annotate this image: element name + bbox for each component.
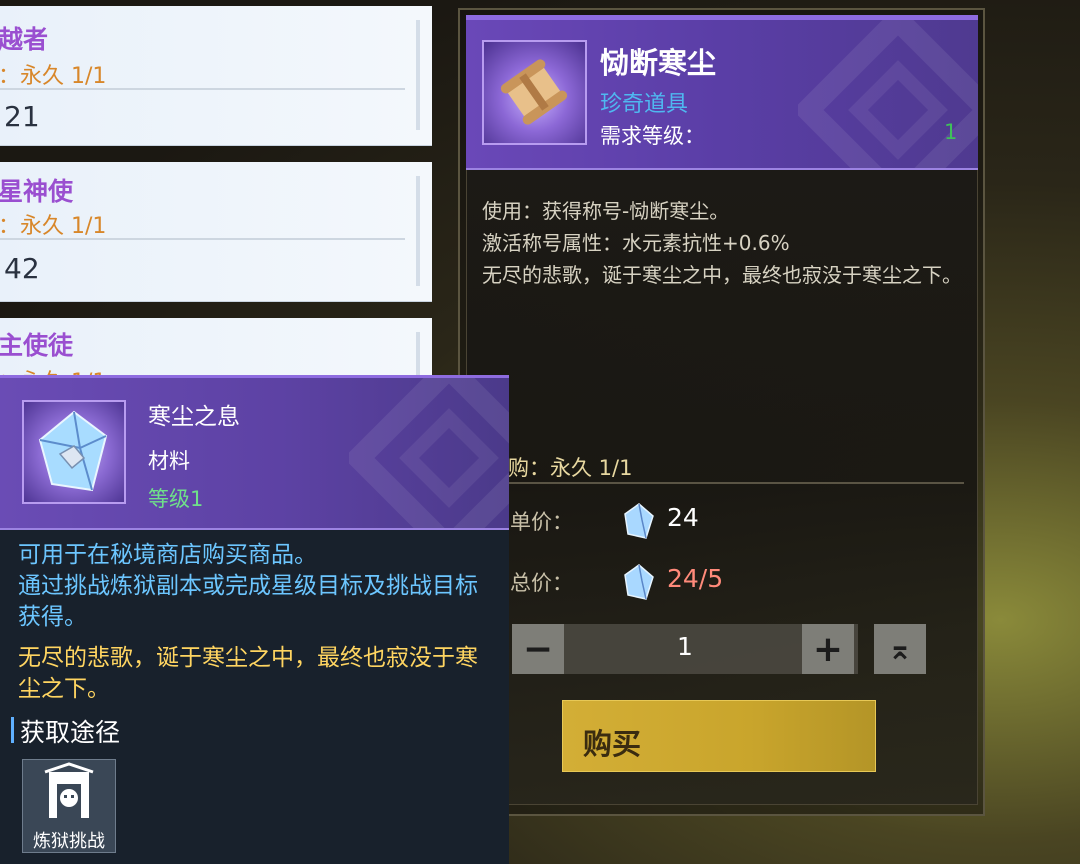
tooltip-description: 可用于在秘境商店购买商品。 通过挑战炼狱副本或完成星级目标及挑战目标获得。 (18, 540, 488, 633)
item-name: 星神使 (0, 177, 74, 206)
total-price-label: 总价： (510, 571, 573, 595)
purchase-limit: ：永久 1/1 (0, 64, 107, 89)
diamond-pattern-icon (349, 378, 509, 528)
buy-button[interactable]: 购买 (562, 700, 876, 772)
divider (0, 238, 405, 240)
item-type: 珍奇道具 (600, 92, 689, 117)
increase-button[interactable]: + (802, 624, 854, 674)
source-label: 炼狱挑战 (33, 831, 105, 852)
quantity-value[interactable]: 1 (660, 632, 710, 661)
scroll-icon (482, 40, 587, 145)
purchase-limit: 购：永久 1/1 (508, 456, 633, 480)
desc-line: 无尽的悲歌，诞于寒尘之中，最终也寂没于寒尘之下。 (482, 263, 962, 287)
gate-icon (44, 762, 94, 818)
tooltip-desc-line: 可用于在秘境商店购买商品。 (18, 542, 317, 568)
scrollbar[interactable] (416, 20, 420, 130)
scrollbar[interactable] (416, 176, 420, 286)
tooltip-item-name: 寒尘之息 (148, 404, 240, 430)
section-marker (11, 717, 14, 743)
item-price: 42 (4, 252, 40, 285)
item-name: 主使徒 (0, 331, 74, 360)
acquisition-title: 获取途径 (20, 718, 121, 747)
item-price: 21 (4, 100, 40, 133)
level-requirement-label: 需求等级： (600, 124, 705, 148)
desc-line: 使用：获得称号-恸断寒尘。 (482, 199, 730, 223)
item-name: 越者 (0, 25, 49, 54)
shop-list-item[interactable]: 越者 ：永久 1/1 21 (0, 6, 432, 146)
tooltip-item-type: 材料 (148, 449, 190, 473)
unit-price-value: 24 (667, 503, 699, 532)
divider (508, 482, 964, 484)
desc-line: 激活称号属性：水元素抗性+0.6% (482, 231, 790, 255)
tooltip-item-level: 等级1 (148, 487, 204, 511)
item-title: 恸断寒尘 (600, 46, 717, 80)
divider (0, 88, 405, 90)
crystal-icon (624, 503, 654, 539)
purchase-limit: ：永久 1/1 (0, 214, 107, 239)
level-requirement-value: 1 (944, 120, 958, 144)
tooltip-lore: 无尽的悲歌，诞于寒尘之中，最终也寂没于寒尘之下。 (18, 645, 478, 702)
total-price-value: 24/5 (667, 564, 724, 593)
max-quantity-button[interactable]: ⌅ (874, 624, 926, 674)
crystal-icon (624, 564, 654, 600)
decrease-button[interactable]: − (512, 624, 564, 674)
buy-button-label: 购买 (583, 727, 642, 761)
shop-list-item[interactable]: 星神使 ：永久 1/1 42 (0, 162, 432, 302)
unit-price-label: 单价： (510, 510, 573, 534)
item-description: 使用：获得称号-恸断寒尘。 激活称号属性：水元素抗性+0.6% 无尽的悲歌，诞于… (482, 195, 968, 291)
crystal-icon (22, 400, 126, 504)
diamond-pattern-icon (798, 20, 978, 168)
tooltip-desc-line: 通过挑战炼狱副本或完成星级目标及挑战目标获得。 (18, 573, 478, 630)
